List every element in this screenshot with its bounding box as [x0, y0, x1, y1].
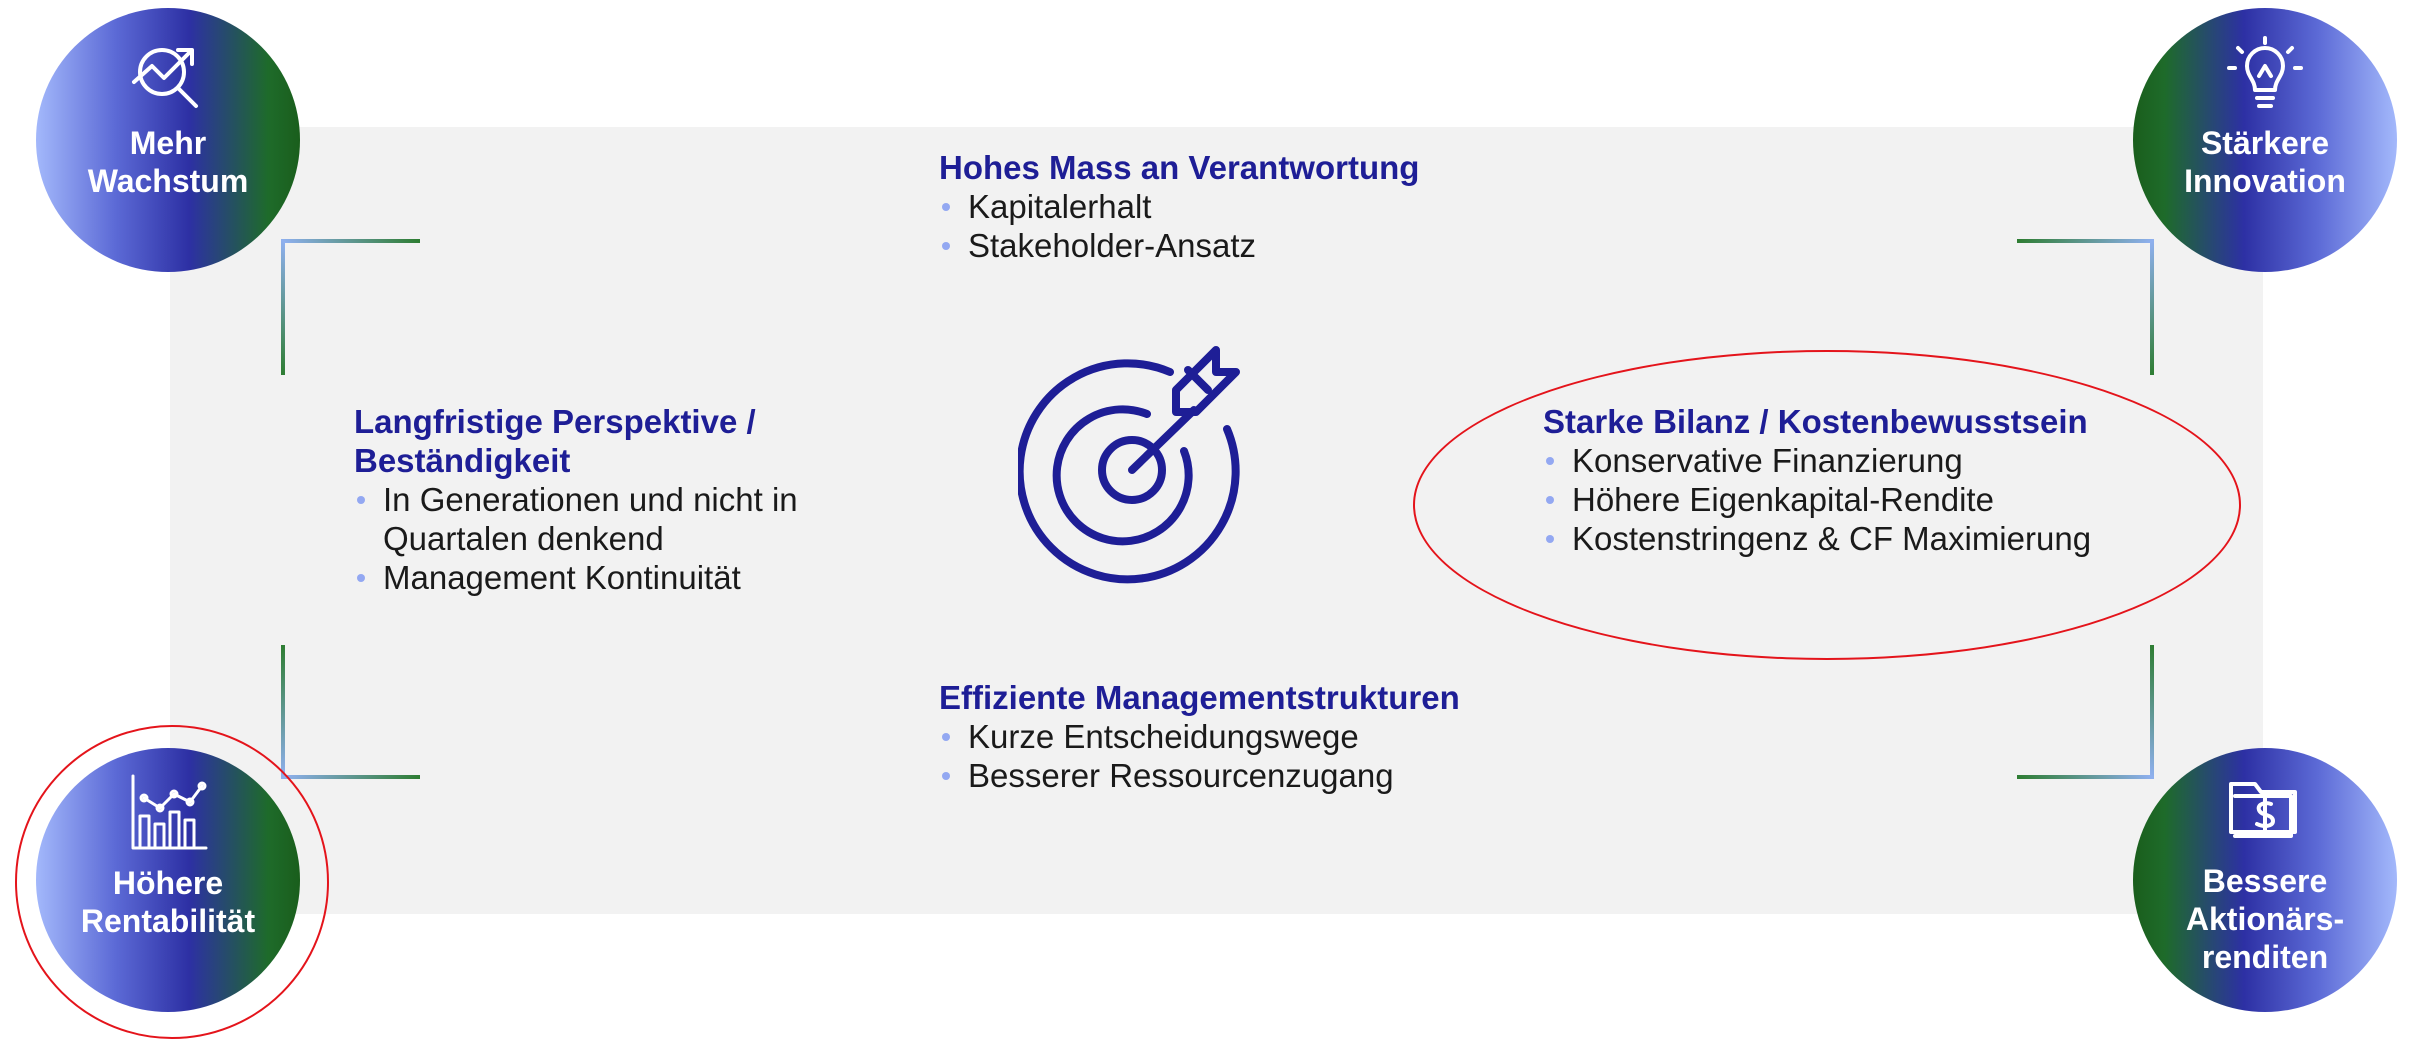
circle-label: Mehr Wachstum [87, 125, 249, 199]
growth-magnifier-icon [132, 48, 198, 108]
bar-line-chart-icon [131, 774, 208, 850]
circle-better-shareholder-returns: Bessere Aktionärs- renditen [2133, 748, 2397, 1012]
section-responsibility: Hohes Mass an Verantwortung Kapitalerhal… [939, 148, 1419, 265]
bracket-bottom-right [2017, 645, 2154, 779]
circle-label: Höhere Rentabilität [80, 865, 256, 939]
circle-higher-profitability: Höhere Rentabilität [36, 748, 300, 1012]
section-title: Hohes Mass an Verantwortung [939, 149, 1420, 186]
list-item: Kapitalerhalt [939, 187, 1419, 226]
list-item: Management Kontinuität [354, 558, 854, 597]
bracket-top-right [2017, 239, 2154, 375]
circle-stronger-innovation: Stärkere Innovation [2133, 8, 2397, 272]
section-long-term-perspective: Langfristige Perspektive / Beständigkeit… [354, 402, 854, 597]
circle-label: Stärkere Innovation [2184, 125, 2346, 199]
circle-more-growth: Mehr Wachstum [36, 8, 300, 272]
section-title: Langfristige Perspektive / Beständigkeit [354, 403, 756, 479]
list-item: Kurze Entscheidungswege [939, 717, 1460, 756]
bracket-top-left [281, 239, 420, 375]
list-item: Besserer Ressourcenzugang [939, 756, 1460, 795]
list-item: In Generationen und nicht in Quartalen d… [354, 480, 854, 558]
circle-label: Bessere Aktionärs- renditen [2185, 863, 2345, 975]
section-efficient-management: Effiziente Managementstrukturen Kurze En… [939, 678, 1460, 795]
lightbulb-icon [2227, 36, 2303, 108]
dollar-folder-icon [2229, 782, 2297, 838]
bullet-list: Kapitalerhalt Stakeholder-Ansatz [939, 187, 1419, 265]
section-title: Effiziente Managementstrukturen [939, 679, 1460, 716]
bracket-bottom-left [281, 645, 420, 779]
highlight-ring-balance-sheet [1413, 350, 2241, 660]
list-item: Stakeholder-Ansatz [939, 226, 1419, 265]
bullet-list: Kurze Entscheidungswege Besserer Ressour… [939, 717, 1460, 795]
target-arrow-icon [1018, 346, 1240, 584]
bullet-list: In Generationen und nicht in Quartalen d… [354, 480, 854, 597]
